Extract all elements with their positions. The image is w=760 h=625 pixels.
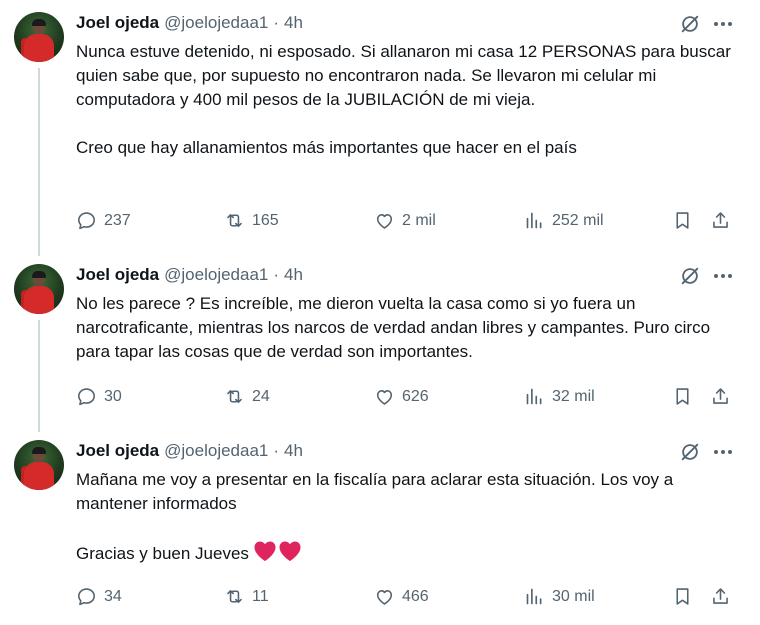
tweet[interactable]: Joel ojeda @joelojedaa1 · 4h No les pare…: [0, 264, 760, 414]
author-handle[interactable]: @joelojedaa1: [164, 441, 268, 461]
tweet[interactable]: Joel ojeda @joelojedaa1 · 4h Mañana me v…: [0, 440, 760, 615]
timestamp[interactable]: 4h: [284, 13, 303, 33]
like-count: 626: [402, 387, 429, 405]
tweet-paragraph-text: Gracias y buen Jueves: [76, 544, 249, 563]
like-button[interactable]: 626: [374, 386, 429, 407]
tweet-paragraph: No les parece ? Es increíble, me dieron …: [76, 294, 711, 361]
author-name[interactable]: Joel ojeda: [76, 265, 159, 285]
heart-icon: [254, 541, 276, 561]
grok-icon[interactable]: [679, 265, 701, 287]
repost-count: 24: [252, 387, 270, 405]
view-count: 30 mil: [552, 587, 595, 605]
tweet-header: Joel ojeda @joelojedaa1 · 4h: [76, 264, 303, 286]
author-name[interactable]: Joel ojeda: [76, 13, 159, 33]
like-count: 2 mil: [402, 211, 436, 229]
like-count: 466: [402, 587, 429, 605]
like-icon: [376, 590, 393, 605]
timestamp[interactable]: 4h: [284, 265, 303, 285]
like-icon: [376, 390, 393, 405]
repost-count: 165: [252, 211, 279, 229]
reply-icon: [78, 212, 95, 230]
more-icon[interactable]: [710, 441, 736, 463]
grok-icon[interactable]: [679, 13, 701, 35]
author-name[interactable]: Joel ojeda: [76, 441, 159, 461]
reply-button[interactable]: 237: [76, 210, 131, 231]
share-icon: [713, 388, 728, 404]
share-button[interactable]: [710, 586, 731, 607]
tweet-text: Mañana me voy a presentar en la fiscalía…: [76, 468, 736, 566]
tweet-header: Joel ojeda @joelojedaa1 · 4h: [76, 440, 303, 462]
views-button[interactable]: 32 mil: [524, 386, 595, 407]
reply-count: 237: [104, 211, 131, 229]
reply-count: 30: [104, 387, 122, 405]
views-icon: [526, 212, 542, 229]
share-button[interactable]: [710, 210, 731, 231]
repost-icon: [227, 590, 242, 603]
avatar[interactable]: [14, 12, 64, 62]
tweet-actions: 34 11 466 30 mil: [76, 586, 746, 610]
repost-count: 11: [252, 587, 269, 605]
reply-icon: [78, 388, 95, 406]
separator: ·: [273, 441, 280, 460]
tweet-paragraph: Mañana me voy a presentar en la fiscalía…: [76, 470, 674, 513]
repost-icon: [227, 390, 242, 403]
tweet-paragraph: Gracias y buen Jueves: [76, 540, 736, 566]
more-icon[interactable]: [710, 265, 736, 287]
repost-button[interactable]: 11: [224, 586, 269, 607]
author-handle[interactable]: @joelojedaa1: [164, 265, 268, 285]
tweet[interactable]: Joel ojeda @joelojedaa1 · 4h Nunca estuv…: [0, 12, 760, 242]
share-button[interactable]: [710, 386, 731, 407]
bookmark-icon: [676, 212, 689, 229]
tweet-text: No les parece ? Es increíble, me dieron …: [76, 292, 736, 364]
view-count: 252 mil: [552, 211, 604, 229]
views-button[interactable]: 30 mil: [524, 586, 595, 607]
view-count: 32 mil: [552, 387, 595, 405]
tweet-actions: 30 24 626 32 mil: [76, 386, 746, 410]
tweet-actions: 237 165 2 mil 252 mil: [76, 210, 746, 234]
tweet-paragraph: Creo que hay allanamientos más important…: [76, 138, 577, 157]
repost-icon: [227, 214, 242, 227]
bookmark-button[interactable]: [672, 586, 693, 607]
bookmark-icon: [676, 388, 689, 405]
avatar[interactable]: [14, 264, 64, 314]
author-handle[interactable]: @joelojedaa1: [164, 13, 268, 33]
separator: ·: [273, 13, 280, 32]
reply-count: 34: [104, 587, 122, 605]
tweet-paragraph: Nunca estuve detenido, ni esposado. Si a…: [76, 42, 731, 109]
views-icon: [526, 588, 542, 605]
heart-icon: [279, 541, 301, 561]
views-icon: [526, 388, 542, 405]
tweet-header: Joel ojeda @joelojedaa1 · 4h: [76, 12, 303, 34]
reply-button[interactable]: 30: [76, 386, 122, 407]
grok-icon[interactable]: [679, 441, 701, 463]
more-icon[interactable]: [710, 13, 736, 35]
like-icon: [376, 214, 393, 229]
share-icon: [713, 588, 728, 604]
timestamp[interactable]: 4h: [284, 441, 303, 461]
reply-icon: [78, 588, 95, 606]
views-button[interactable]: 252 mil: [524, 210, 604, 231]
avatar[interactable]: [14, 440, 64, 490]
reply-button[interactable]: 34: [76, 586, 122, 607]
hearts-emoji: [253, 540, 303, 562]
bookmark-icon: [676, 588, 689, 605]
like-button[interactable]: 2 mil: [374, 210, 436, 231]
like-button[interactable]: 466: [374, 586, 429, 607]
separator: ·: [273, 265, 280, 284]
repost-button[interactable]: 24: [224, 386, 270, 407]
tweet-text: Nunca estuve detenido, ni esposado. Si a…: [76, 40, 736, 160]
bookmark-button[interactable]: [672, 210, 693, 231]
share-icon: [713, 212, 728, 228]
repost-button[interactable]: 165: [224, 210, 279, 231]
bookmark-button[interactable]: [672, 386, 693, 407]
